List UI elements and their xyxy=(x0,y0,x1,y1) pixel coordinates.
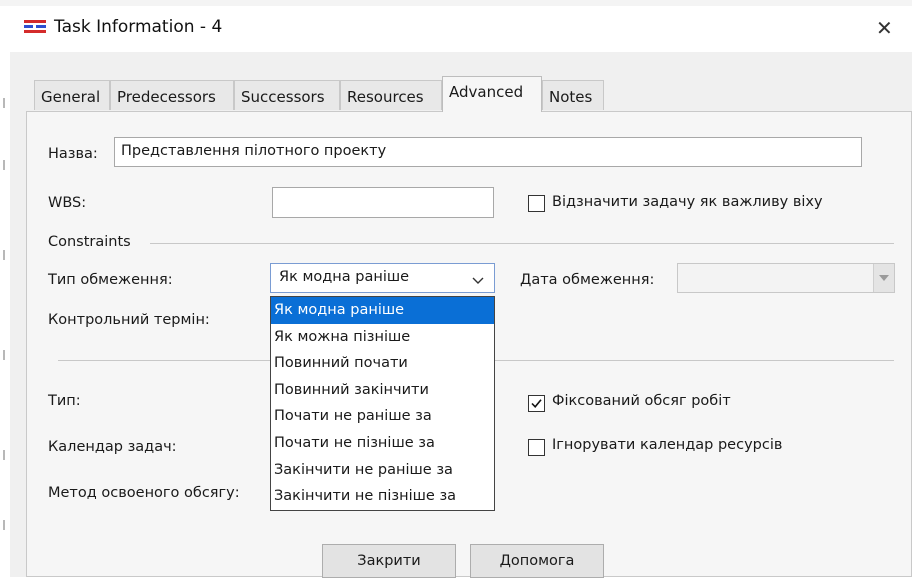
dropdown-option[interactable]: Як можна пізніше xyxy=(271,324,494,351)
dropdown-option[interactable]: Закінчити не раніше за xyxy=(271,457,494,484)
task-calendar-label: Календар задач: xyxy=(48,439,177,455)
name-label: Назва: xyxy=(48,146,98,162)
ignore-calendar-label: Ігнорувати календар ресурсів xyxy=(552,437,783,453)
constraints-divider xyxy=(150,243,894,244)
tab-advanced[interactable]: Advanced xyxy=(442,76,542,112)
constraint-date-button xyxy=(873,264,894,292)
dropdown-option[interactable]: Повинний почати xyxy=(271,350,494,377)
constraint-type-dropdown: Як модна раніше Як можна пізніше Повинни… xyxy=(270,296,495,511)
help-button[interactable]: Допомога xyxy=(470,544,604,578)
tab-general[interactable]: General xyxy=(34,80,110,110)
fixed-work-checkbox[interactable] xyxy=(528,395,545,412)
dropdown-option[interactable]: Почати не раніше за xyxy=(271,403,494,430)
deadline-label: Контрольний термін: xyxy=(48,312,210,328)
constraint-type-value: Як модна раніше xyxy=(279,269,410,285)
dropdown-option[interactable]: Закінчити не пізніше за xyxy=(271,483,494,510)
wbs-label: WBS: xyxy=(48,195,87,211)
tab-resources[interactable]: Resources xyxy=(340,80,442,110)
window-title: Task Information - 4 xyxy=(54,17,223,37)
dropdown-option[interactable]: Почати не пізніше за xyxy=(271,430,494,457)
constraint-date-label: Дата обмеження: xyxy=(520,272,655,288)
milestone-checkbox[interactable] xyxy=(528,195,545,212)
dropdown-option[interactable]: Як модна раніше xyxy=(271,297,494,324)
type-label: Тип: xyxy=(48,393,81,409)
earned-value-label: Метод освоеного обсягу: xyxy=(48,485,240,501)
constraint-type-select[interactable]: Як модна раніше xyxy=(270,263,495,293)
dropdown-option[interactable]: Повинний закінчити xyxy=(271,377,494,404)
ignore-calendar-checkbox[interactable] xyxy=(528,439,545,456)
constraints-heading: Constraints xyxy=(48,234,131,250)
tab-successors[interactable]: Successors xyxy=(234,80,340,110)
ganttproject-icon xyxy=(24,20,46,34)
chevron-down-icon xyxy=(472,273,484,289)
close-icon[interactable]: ✕ xyxy=(876,16,893,40)
fixed-work-label: Фіксований обсяг робіт xyxy=(552,393,731,409)
milestone-label: Відзначити задачу як важливу віху xyxy=(552,194,823,210)
wbs-field[interactable] xyxy=(272,187,494,218)
left-edge xyxy=(0,52,10,577)
tab-notes[interactable]: Notes xyxy=(542,80,604,110)
check-icon xyxy=(531,399,542,408)
close-button[interactable]: Закрити xyxy=(322,544,456,578)
tab-predecessors[interactable]: Predecessors xyxy=(110,80,234,110)
name-field[interactable]: Представлення пілотного проекту xyxy=(114,137,862,167)
constraint-date-field xyxy=(677,263,895,293)
constraint-type-label: Тип обмеження: xyxy=(48,272,173,288)
